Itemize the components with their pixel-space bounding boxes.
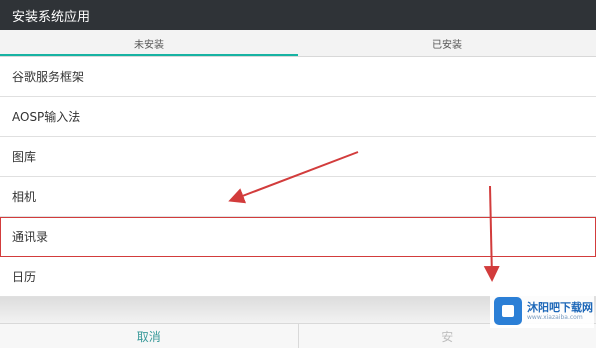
watermark-logo-icon — [494, 297, 522, 325]
list-item-label: 谷歌服务框架 — [12, 68, 84, 85]
tab-label: 未安装 — [134, 36, 164, 51]
watermark: 沐阳吧下载网 www.xiazaiba.com — [490, 294, 594, 328]
app-list: 谷歌服务框架 AOSP输入法 图库 相机 通讯录 日历 — [0, 57, 596, 297]
list-item-google-services[interactable]: 谷歌服务框架 — [0, 57, 596, 97]
list-item-gallery[interactable]: 图库 — [0, 137, 596, 177]
watermark-url: www.xiazaiba.com — [527, 314, 593, 322]
list-item-label: 图库 — [12, 148, 36, 165]
window-title: 安装系统应用 — [12, 6, 90, 25]
list-item-calendar[interactable]: 日历 — [0, 257, 596, 297]
list-item-contacts[interactable]: 通讯录 — [0, 217, 596, 257]
list-item-label: 通讯录 — [12, 228, 48, 245]
install-label: 安 — [441, 328, 453, 345]
list-item-label: AOSP输入法 — [12, 108, 80, 125]
cancel-button[interactable]: 取消 — [0, 324, 298, 348]
tab-bar: 未安装 已安装 — [0, 30, 596, 56]
list-item-label: 日历 — [12, 268, 36, 285]
list-item-label: 相机 — [12, 188, 36, 205]
list-item-camera[interactable]: 相机 — [0, 177, 596, 217]
tab-label: 已安装 — [432, 36, 462, 51]
tab-installed[interactable]: 已安装 — [298, 30, 596, 56]
cancel-label: 取消 — [137, 328, 161, 345]
window-title-bar: 安装系统应用 — [0, 0, 596, 30]
tab-not-installed[interactable]: 未安装 — [0, 30, 298, 56]
list-item-aosp-ime[interactable]: AOSP输入法 — [0, 97, 596, 137]
watermark-title: 沐阳吧下载网 — [527, 301, 593, 314]
